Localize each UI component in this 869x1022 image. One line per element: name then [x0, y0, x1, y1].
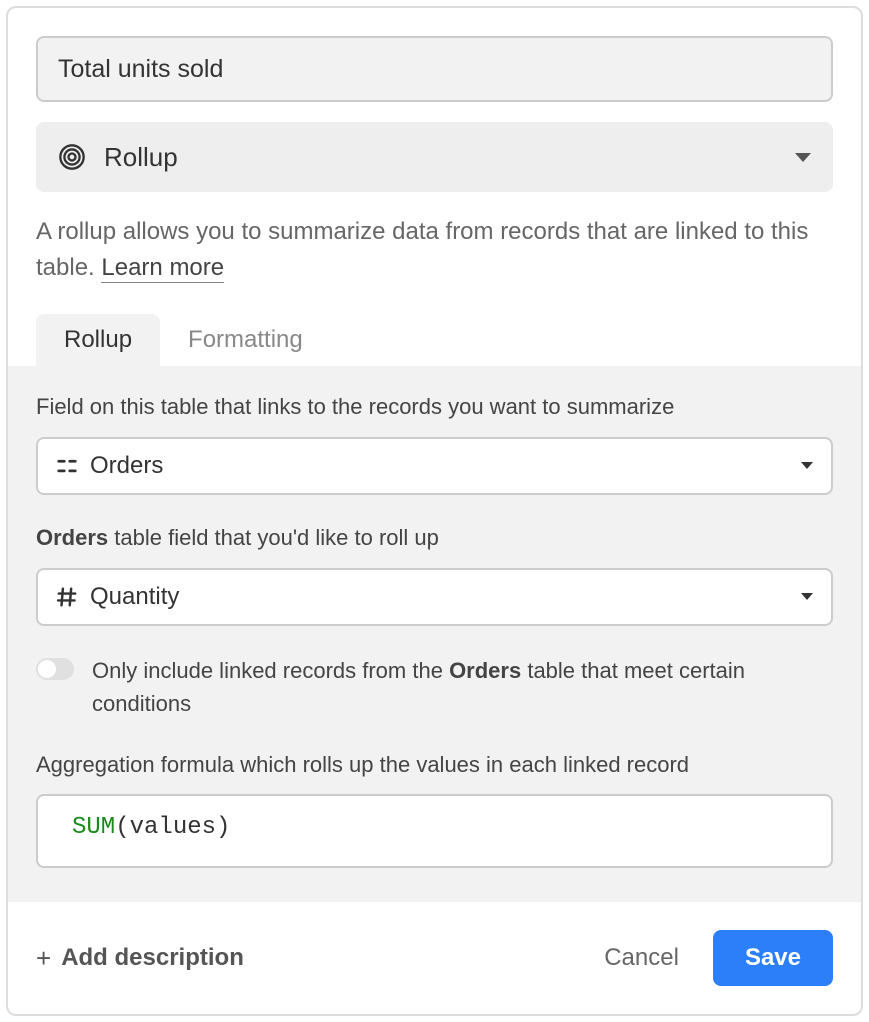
rollup-field-label-suffix: table field that you'd like to roll up — [108, 525, 439, 550]
filter-label-table: Orders — [449, 658, 521, 683]
rollup-field-label: Orders table field that you'd like to ro… — [36, 523, 833, 554]
field-config-dialog: Rollup A rollup allows you to summarize … — [6, 6, 863, 1016]
toggle-knob — [38, 660, 56, 678]
tab-formatting[interactable]: Formatting — [160, 314, 331, 366]
filter-toggle[interactable] — [36, 658, 74, 680]
plus-icon: + — [36, 943, 51, 974]
rollup-field-label-table: Orders — [36, 525, 108, 550]
rollup-field-select[interactable]: Quantity — [36, 568, 833, 626]
field-type-label: Rollup — [104, 142, 795, 173]
number-icon — [56, 586, 78, 608]
chevron-down-icon — [801, 462, 813, 469]
save-button[interactable]: Save — [713, 930, 833, 986]
rollup-field-value: Quantity — [90, 583, 801, 611]
linked-record-icon — [56, 455, 78, 477]
formula-function: SUM — [72, 814, 115, 841]
filter-label-prefix: Only include linked records from the — [92, 658, 449, 683]
aggregation-formula-input[interactable]: SUM(values) — [36, 794, 833, 868]
dialog-footer: + Add description Cancel Save — [8, 902, 861, 1014]
chevron-down-icon — [795, 153, 811, 162]
learn-more-link[interactable]: Learn more — [101, 254, 224, 283]
rollup-icon — [58, 143, 86, 171]
filter-toggle-row: Only include linked records from the Ord… — [36, 654, 833, 720]
tabs: Rollup Formatting — [8, 314, 861, 366]
field-name-input[interactable] — [36, 36, 833, 102]
aggregation-label: Aggregation formula which rolls up the v… — [36, 750, 833, 781]
field-type-select[interactable]: Rollup — [36, 122, 833, 192]
add-description-button[interactable]: + Add description — [36, 943, 244, 974]
header-area: Rollup A rollup allows you to summarize … — [8, 8, 861, 286]
formula-args: (values) — [115, 814, 230, 841]
field-description: A rollup allows you to summarize data fr… — [36, 214, 833, 286]
link-field-value: Orders — [90, 452, 801, 480]
add-description-label: Add description — [61, 944, 244, 972]
link-field-label: Field on this table that links to the re… — [36, 392, 833, 423]
tab-rollup[interactable]: Rollup — [36, 314, 160, 366]
link-field-select[interactable]: Orders — [36, 437, 833, 495]
filter-toggle-label: Only include linked records from the Ord… — [92, 654, 833, 720]
cancel-button[interactable]: Cancel — [582, 930, 701, 986]
rollup-config-panel: Field on this table that links to the re… — [8, 366, 861, 902]
chevron-down-icon — [801, 593, 813, 600]
